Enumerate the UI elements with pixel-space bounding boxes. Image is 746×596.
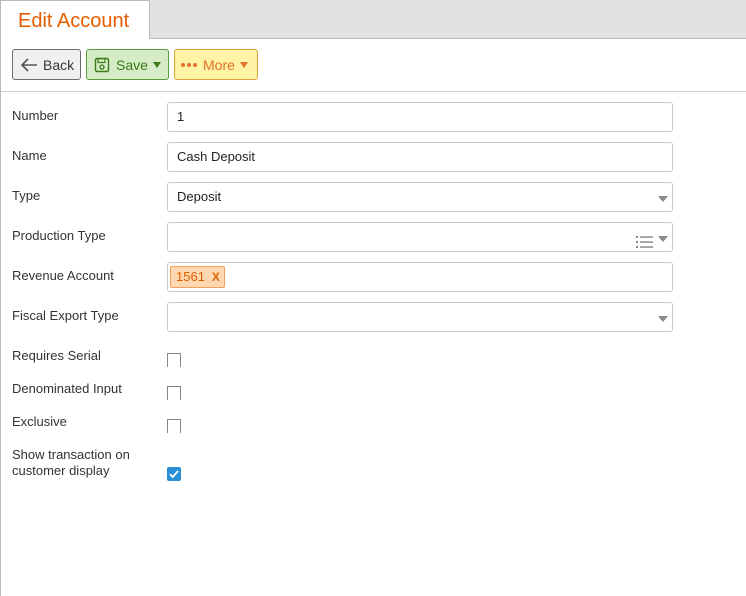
fiscal-export-type-select[interactable] <box>167 302 673 332</box>
name-label: Name <box>12 148 47 163</box>
tab-edit-account[interactable]: Edit Account <box>0 0 150 39</box>
chevron-down-icon[interactable] <box>658 316 668 322</box>
name-field[interactable]: Cash Deposit <box>167 142 673 172</box>
denominated-input-checkbox[interactable] <box>167 386 181 400</box>
show-transaction-label-line1: Show transaction on <box>12 447 130 462</box>
requires-serial-checkbox[interactable] <box>167 353 181 367</box>
type-select[interactable]: Deposit <box>167 182 673 212</box>
ellipsis-icon <box>181 62 197 67</box>
floppy-disk-icon <box>94 57 110 73</box>
back-label: Back <box>43 56 75 73</box>
type-label: Type <box>12 188 41 203</box>
more-label: More <box>203 56 235 73</box>
list-icon[interactable] <box>636 231 654 259</box>
tab-title: Edit Account <box>18 10 130 32</box>
type-value: Deposit <box>177 189 222 204</box>
fiscal-export-type-label: Fiscal Export Type <box>12 308 119 323</box>
chevron-down-icon[interactable] <box>658 236 668 242</box>
number-field[interactable]: 1 <box>167 102 673 132</box>
denominated-input-label: Denominated Input <box>12 381 122 396</box>
chevron-down-icon <box>152 61 161 68</box>
production-type-label: Production Type <box>12 228 106 243</box>
show-transaction-checkbox[interactable] <box>167 467 181 481</box>
show-transaction-label-line2: customer display <box>12 463 110 478</box>
tag-value: 1561 <box>176 269 205 284</box>
remove-tag-icon[interactable]: X <box>212 267 220 287</box>
number-label: Number <box>12 108 59 123</box>
back-button[interactable]: Back <box>12 49 81 80</box>
revenue-account-label: Revenue Account <box>12 268 114 283</box>
show-transaction-label: Show transaction on customer display <box>12 447 130 479</box>
revenue-account-field[interactable]: 1561 X <box>167 262 673 292</box>
more-button[interactable]: More <box>174 49 258 80</box>
chevron-down-icon[interactable] <box>658 196 668 202</box>
production-type-select[interactable] <box>167 222 673 252</box>
chevron-down-icon <box>239 61 248 68</box>
tab-cover <box>1 37 149 40</box>
exclusive-checkbox[interactable] <box>167 419 181 433</box>
checkmark-icon <box>169 470 179 479</box>
toolbar-divider <box>1 91 746 92</box>
save-label: Save <box>116 56 148 73</box>
exclusive-label: Exclusive <box>12 414 67 429</box>
save-button[interactable]: Save <box>86 49 169 80</box>
revenue-account-tag: 1561 X <box>170 266 225 288</box>
arrow-left-icon <box>20 57 38 72</box>
requires-serial-label: Requires Serial <box>12 348 101 363</box>
